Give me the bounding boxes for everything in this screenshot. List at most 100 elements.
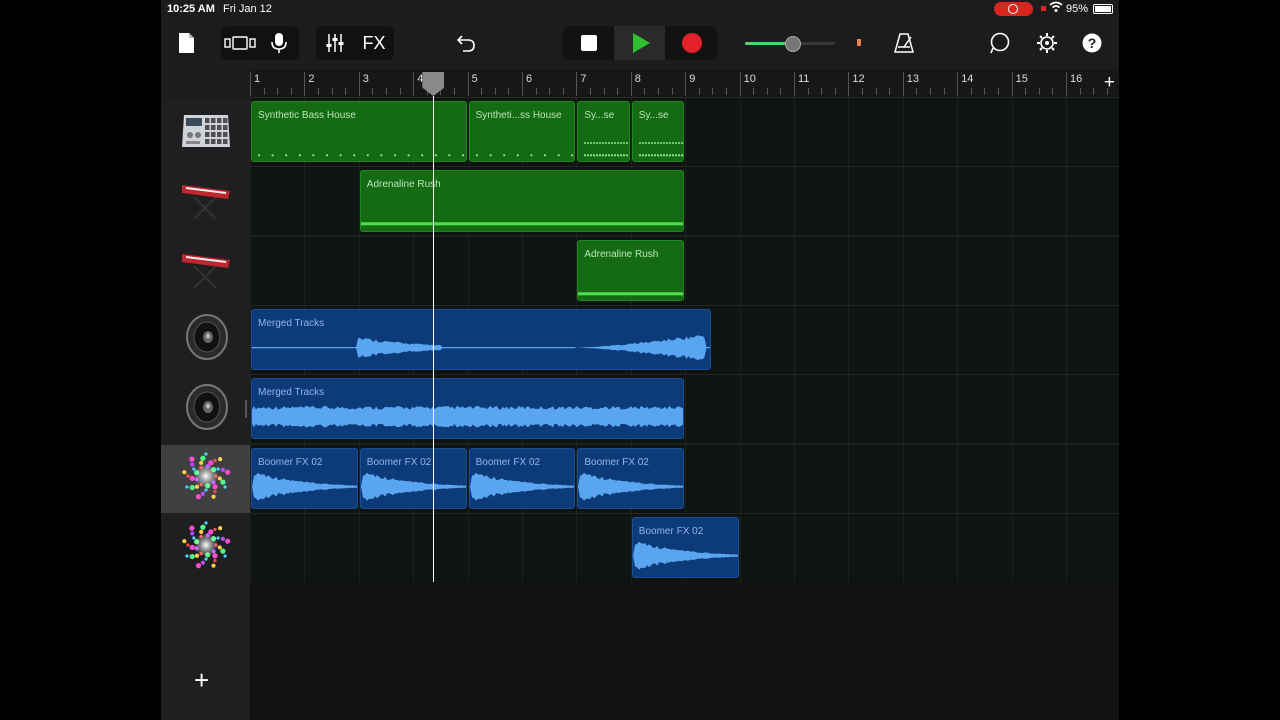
add-track-button[interactable]: + xyxy=(194,665,209,696)
lane-grid-line xyxy=(957,513,959,582)
bar-number: 5 xyxy=(471,73,478,85)
speaker-icon xyxy=(181,382,231,437)
view-toggle-icon[interactable] xyxy=(223,30,257,56)
microphone-icon[interactable] xyxy=(267,30,291,56)
track-header[interactable] xyxy=(161,444,250,513)
lane-grid-line xyxy=(794,513,795,582)
drum-machine-icon xyxy=(180,109,232,156)
beat-tick xyxy=(372,88,374,95)
lane-grid-line xyxy=(794,98,795,166)
lane-grid-line xyxy=(1066,444,1067,513)
bar-line xyxy=(358,72,360,96)
screen-record-icon[interactable] xyxy=(994,2,1033,16)
region-label: Boomer FX 02 xyxy=(584,456,649,468)
beat-tick xyxy=(617,88,619,95)
lane-grid-line xyxy=(794,305,795,374)
beat-tick xyxy=(508,88,510,95)
bar-line xyxy=(848,72,850,96)
bar-number: 7 xyxy=(580,73,587,85)
timeline-ruler[interactable]: + 1 2 3 4 5 6 7 8 9 10 11 12 13 14 15 16 xyxy=(250,70,1119,98)
mixer-sliders-icon[interactable] xyxy=(323,30,347,56)
help-icon[interactable]: ? xyxy=(1081,32,1103,54)
track-header[interactable] xyxy=(161,306,250,374)
track-header[interactable] xyxy=(161,167,250,235)
lane-grid-line xyxy=(848,513,850,582)
record-icon xyxy=(681,33,702,53)
track-header[interactable] xyxy=(161,98,250,166)
lane-grid-line xyxy=(739,375,741,444)
lane-grid-line xyxy=(1066,375,1067,444)
volume-knob[interactable] xyxy=(784,36,801,52)
track-lane[interactable] xyxy=(250,236,1119,306)
lane-grid-line xyxy=(685,375,687,444)
metronome-icon[interactable] xyxy=(891,30,917,56)
region-label: Adrenaline Rush xyxy=(584,248,659,260)
midi-region[interactable]: Adrenaline Rush xyxy=(359,170,685,232)
add-section-icon[interactable]: + xyxy=(1104,72,1115,94)
playhead-line xyxy=(433,96,435,582)
audio-region[interactable]: Boomer FX 02 xyxy=(577,447,685,509)
lane-grid-line xyxy=(250,167,251,236)
lane-grid-line xyxy=(1011,513,1013,582)
lane-grid-line xyxy=(1066,236,1067,305)
lane-grid-line xyxy=(957,236,959,305)
stop-button[interactable] xyxy=(563,26,614,60)
transport-controls xyxy=(563,26,717,60)
beat-tick xyxy=(535,88,537,95)
lane-grid-line xyxy=(413,236,415,305)
bar-line xyxy=(467,72,469,96)
settings-gear-icon[interactable] xyxy=(1034,30,1060,56)
lane-grid-line xyxy=(957,375,959,444)
track-header[interactable] xyxy=(161,375,250,443)
lane-grid-line xyxy=(848,375,850,444)
lane-grid-line xyxy=(794,236,795,305)
bar-line xyxy=(304,72,306,96)
document-icon[interactable] xyxy=(175,30,197,56)
bar-line xyxy=(794,72,795,96)
undo-icon[interactable] xyxy=(454,30,478,56)
lane-grid-line xyxy=(304,513,306,582)
bar-number: 8 xyxy=(634,73,641,85)
lane-grid-line xyxy=(522,236,523,305)
lane-grid-line xyxy=(522,513,523,582)
lane-grid-line xyxy=(467,513,469,582)
midi-region[interactable]: Syntheti...ss House xyxy=(468,101,576,163)
beat-tick xyxy=(1038,88,1040,95)
play-button[interactable] xyxy=(614,26,665,60)
empty-track-area[interactable] xyxy=(250,582,1119,720)
audio-region[interactable]: Boomer FX 02 xyxy=(631,516,739,579)
midi-region[interactable]: Sy...se xyxy=(577,101,630,163)
track-header[interactable] xyxy=(161,514,250,582)
region-label: Syntheti...ss House xyxy=(475,110,562,121)
audio-region[interactable]: Boomer FX 02 xyxy=(359,447,467,509)
audio-region[interactable]: Merged Tracks xyxy=(251,308,712,371)
lane-grid-line xyxy=(739,305,741,374)
loop-icon[interactable] xyxy=(987,30,1013,56)
beat-tick xyxy=(916,88,918,95)
midi-region[interactable]: Adrenaline Rush xyxy=(577,239,685,301)
audio-region[interactable]: Boomer FX 02 xyxy=(468,447,576,509)
beat-tick xyxy=(889,88,891,95)
track-header[interactable] xyxy=(161,237,250,305)
audio-region[interactable]: Merged Tracks xyxy=(251,378,685,440)
region-label: Boomer FX 02 xyxy=(258,456,323,468)
lane-grid-line xyxy=(957,444,959,513)
region-label: Boomer FX 02 xyxy=(475,456,541,468)
record-button[interactable] xyxy=(666,26,717,60)
lane-grid-line xyxy=(250,513,251,582)
audio-region[interactable]: Boomer FX 02 xyxy=(251,447,358,509)
lane-grid-line xyxy=(1011,305,1013,374)
sparkle-burst-icon xyxy=(180,450,232,507)
beat-tick xyxy=(834,88,836,95)
beat-tick xyxy=(263,88,265,95)
master-volume-slider[interactable] xyxy=(745,36,835,52)
beat-tick xyxy=(386,88,387,95)
midi-region[interactable]: Sy...se xyxy=(631,101,685,163)
stop-icon xyxy=(580,35,597,51)
beat-tick xyxy=(345,88,347,95)
lane-grid-line xyxy=(739,236,741,305)
fx-button[interactable]: FX xyxy=(359,30,389,56)
lane-grid-line xyxy=(794,375,795,444)
lane-grid-line xyxy=(1066,513,1067,582)
bar-line xyxy=(630,72,632,96)
